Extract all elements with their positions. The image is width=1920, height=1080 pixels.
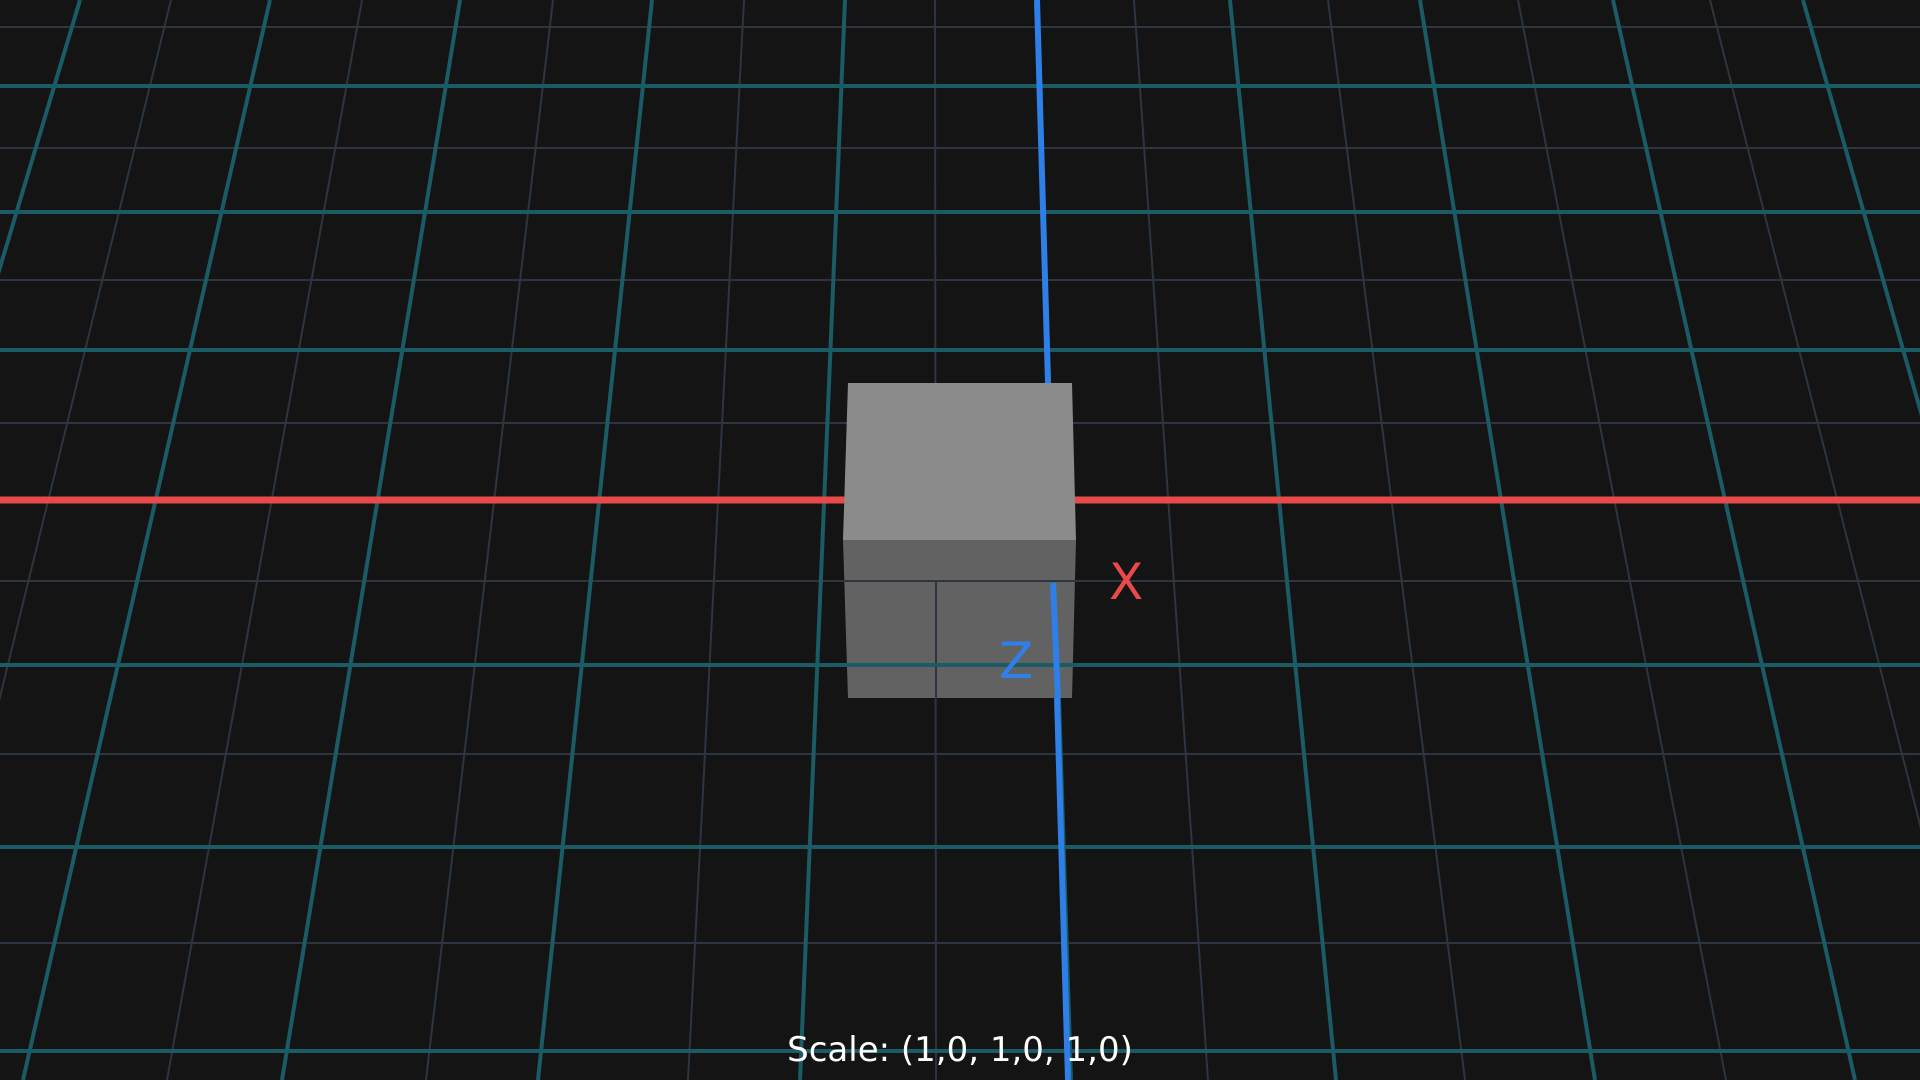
- major-grid-line: [1611, 0, 1857, 1080]
- x-axis-label: X: [1109, 553, 1143, 611]
- cube-front-face[interactable]: [843, 540, 1076, 698]
- minor-grid-line: [1517, 0, 1727, 1080]
- major-grid-line: [0, 0, 82, 275]
- minor-grid-line: [1133, 0, 1209, 1080]
- major-grid-line: [21, 0, 272, 1080]
- major-grid-line: [1418, 0, 1597, 1080]
- minor-grid-line: [425, 0, 554, 1080]
- major-grid-line: [1228, 0, 1338, 1080]
- minor-grid-line: [687, 0, 745, 1080]
- scene-canvas[interactable]: X Z: [0, 0, 1920, 1080]
- minor-grid-line: [166, 0, 363, 1080]
- 3d-viewport[interactable]: X Z Scale: (1,0, 1,0, 1,0): [0, 0, 1920, 1080]
- cube-top-face[interactable]: [843, 383, 1076, 540]
- z-axis-label: Z: [999, 632, 1033, 690]
- major-grid-line: [280, 0, 462, 1080]
- major-grid-line: [798, 0, 847, 1080]
- minor-grid-line: [1709, 0, 1920, 829]
- cube-object[interactable]: [843, 383, 1076, 698]
- major-grid-line: [536, 0, 654, 1080]
